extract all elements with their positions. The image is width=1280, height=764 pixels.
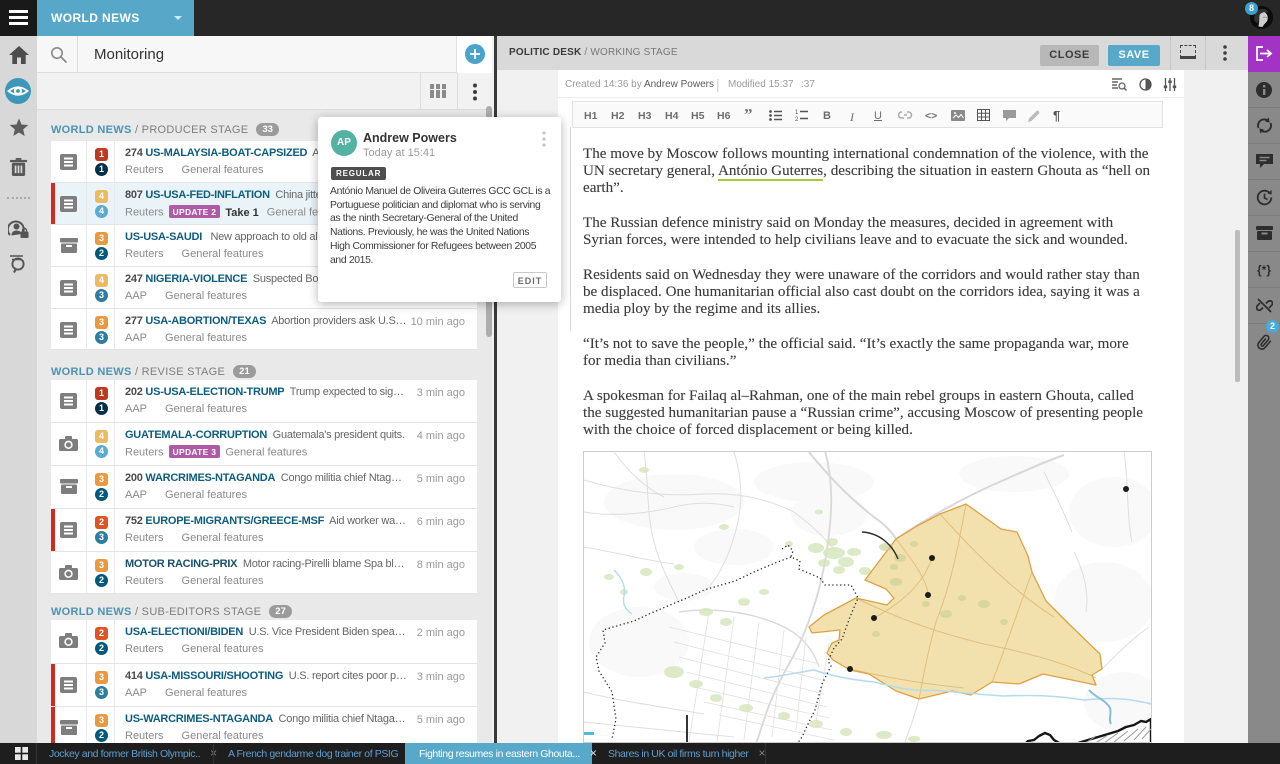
svg-text:2: 2 xyxy=(795,117,799,122)
svg-text:1: 1 xyxy=(795,110,799,116)
